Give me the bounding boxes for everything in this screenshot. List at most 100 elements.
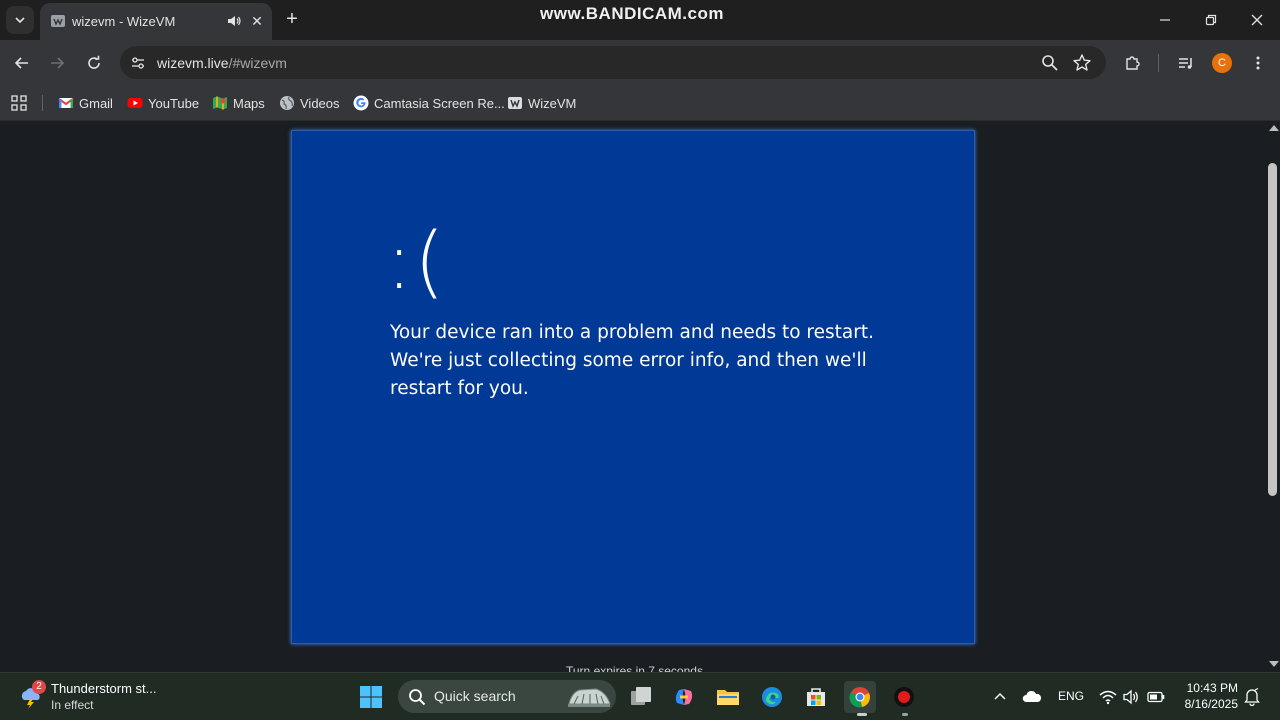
profile-avatar[interactable]: C (1212, 53, 1232, 73)
edge-button[interactable] (756, 681, 788, 713)
back-button[interactable] (9, 50, 35, 76)
record-icon (894, 687, 914, 707)
bsod-sad-face: :( (386, 217, 447, 307)
language-indicator[interactable]: ENG (1058, 689, 1084, 703)
chrome-icon (849, 687, 870, 708)
folder-icon (717, 690, 739, 705)
bookmark-label: Camtasia Screen Re... (374, 95, 505, 111)
minimize-icon (1160, 19, 1170, 21)
copilot-icon (675, 689, 693, 705)
zoom-icon[interactable] (1040, 53, 1060, 73)
bookmark-gmail[interactable]: Gmail (58, 92, 113, 114)
apps-grid-icon (11, 95, 27, 111)
chrome-taskbar-button[interactable] (844, 681, 876, 713)
file-explorer-button[interactable] (712, 681, 744, 713)
taskbar-search[interactable]: Quick search (398, 680, 616, 713)
bookmark-maps[interactable]: Maps (212, 92, 265, 114)
chevron-up-icon (994, 692, 1006, 700)
bsod-message: Your device ran into a problem and needs… (390, 322, 874, 399)
bookmark-videos[interactable]: Videos (279, 92, 340, 114)
copilot-button[interactable] (668, 681, 700, 713)
windows-icon (360, 686, 382, 708)
search-icon (409, 689, 426, 706)
bookmark-label: YouTube (148, 95, 200, 111)
chrome-running-indicator (857, 713, 867, 716)
scroll-thumb[interactable] (1268, 163, 1277, 496)
google-icon (353, 95, 369, 111)
minimize-button[interactable] (1142, 6, 1188, 34)
address-bar[interactable]: wizevm.live/#wizevm (120, 46, 1106, 79)
url-text[interactable]: wizevm.live/#wizevm (157, 55, 287, 71)
browser-tab[interactable]: wizevm - WizeVM ✕ (40, 3, 272, 40)
start-button[interactable] (355, 681, 387, 713)
page-scrollbar[interactable] (1266, 121, 1280, 672)
apps-button[interactable] (11, 92, 27, 114)
bandicam-button[interactable] (888, 681, 920, 713)
bandicam-watermark: www.BANDICAM.com (540, 4, 724, 23)
taskbar: 2 Thunderstorm st... In effect Quick sea… (0, 672, 1280, 720)
extensions-button[interactable] (1120, 50, 1146, 76)
bookmark-star-icon[interactable] (1072, 53, 1092, 73)
tab-search-button[interactable] (6, 6, 34, 34)
edge-icon (762, 687, 782, 707)
scroll-down-arrow-icon[interactable] (1269, 661, 1279, 667)
media-controls-button[interactable] (1173, 50, 1199, 76)
speaker-icon[interactable] (226, 13, 242, 29)
tab-close-icon[interactable]: ✕ (249, 13, 265, 29)
tab-strip: wizevm - WizeVM ✕ + www.BANDICAM.com (0, 0, 1280, 40)
bookmark-camtasia[interactable]: Camtasia Screen Re... (353, 92, 505, 114)
bookmark-youtube[interactable]: YouTube (127, 92, 199, 114)
chevron-down-icon (15, 17, 25, 24)
arrow-left-icon (14, 57, 28, 69)
puzzle-icon (1126, 56, 1140, 70)
weather-subtitle: In effect (51, 698, 94, 712)
weather-title: Thunderstorm st... (51, 681, 157, 696)
speaker-icon (1123, 689, 1138, 705)
browser-toolbar: wizevm.live/#wizevm C (0, 40, 1280, 85)
wizevm-favicon-icon (51, 15, 65, 27)
media-queue-icon (1179, 58, 1192, 69)
bookmark-label: WizeVM (528, 95, 577, 111)
youtube-icon (127, 98, 143, 108)
notification-center-button[interactable] (1238, 681, 1266, 713)
gmail-icon (58, 98, 74, 108)
url-host: wizevm.live (157, 55, 229, 71)
bookmark-label: Videos (300, 95, 340, 111)
reload-button[interactable] (81, 50, 107, 76)
bookmark-wizevm[interactable]: WizeVM (507, 92, 576, 114)
bookmark-label: Gmail (79, 95, 113, 111)
chrome-menu-button[interactable] (1245, 50, 1271, 76)
clock-date[interactable]: 8/16/2025 (1176, 697, 1238, 711)
close-window-button[interactable] (1234, 6, 1280, 34)
clock-time[interactable]: 10:43 PM (1182, 681, 1238, 695)
tab-title: wizevm - WizeVM (72, 14, 176, 29)
reload-icon (88, 55, 100, 69)
maps-icon (213, 96, 227, 110)
cloud-icon (1022, 690, 1042, 702)
turn-expires-text: Turn expires in 7 seconds (566, 664, 703, 672)
task-view-icon (631, 687, 651, 705)
vm-screen[interactable]: :( Your device ran into a problem and ne… (291, 130, 975, 644)
store-icon (807, 688, 825, 706)
page-content: :( Your device ran into a problem and ne… (0, 121, 1266, 672)
globe-icon (280, 96, 294, 110)
close-icon (1251, 14, 1263, 26)
scroll-up-arrow-icon[interactable] (1269, 125, 1279, 131)
bandicam-running-indicator (902, 713, 908, 716)
show-hidden-icons-button[interactable] (984, 681, 1016, 713)
url-path: /#wizevm (228, 55, 287, 71)
microsoft-store-button[interactable] (800, 681, 832, 713)
toolbar-divider (1158, 54, 1159, 72)
bookmark-label: Maps (233, 95, 265, 111)
weather-widget[interactable]: 2 Thunderstorm st... In effect (16, 678, 166, 716)
battery-button[interactable] (1140, 681, 1172, 713)
forward-button[interactable] (44, 50, 70, 76)
restore-button[interactable] (1188, 6, 1234, 34)
taskbar-search-placeholder: Quick search (434, 688, 516, 704)
arrow-right-icon (51, 57, 65, 69)
site-info-icon[interactable] (128, 53, 148, 73)
new-tab-button[interactable]: + (280, 8, 304, 32)
onedrive-button[interactable] (1016, 681, 1048, 713)
task-view-button[interactable] (625, 681, 657, 713)
search-highlight-icon (568, 688, 611, 707)
